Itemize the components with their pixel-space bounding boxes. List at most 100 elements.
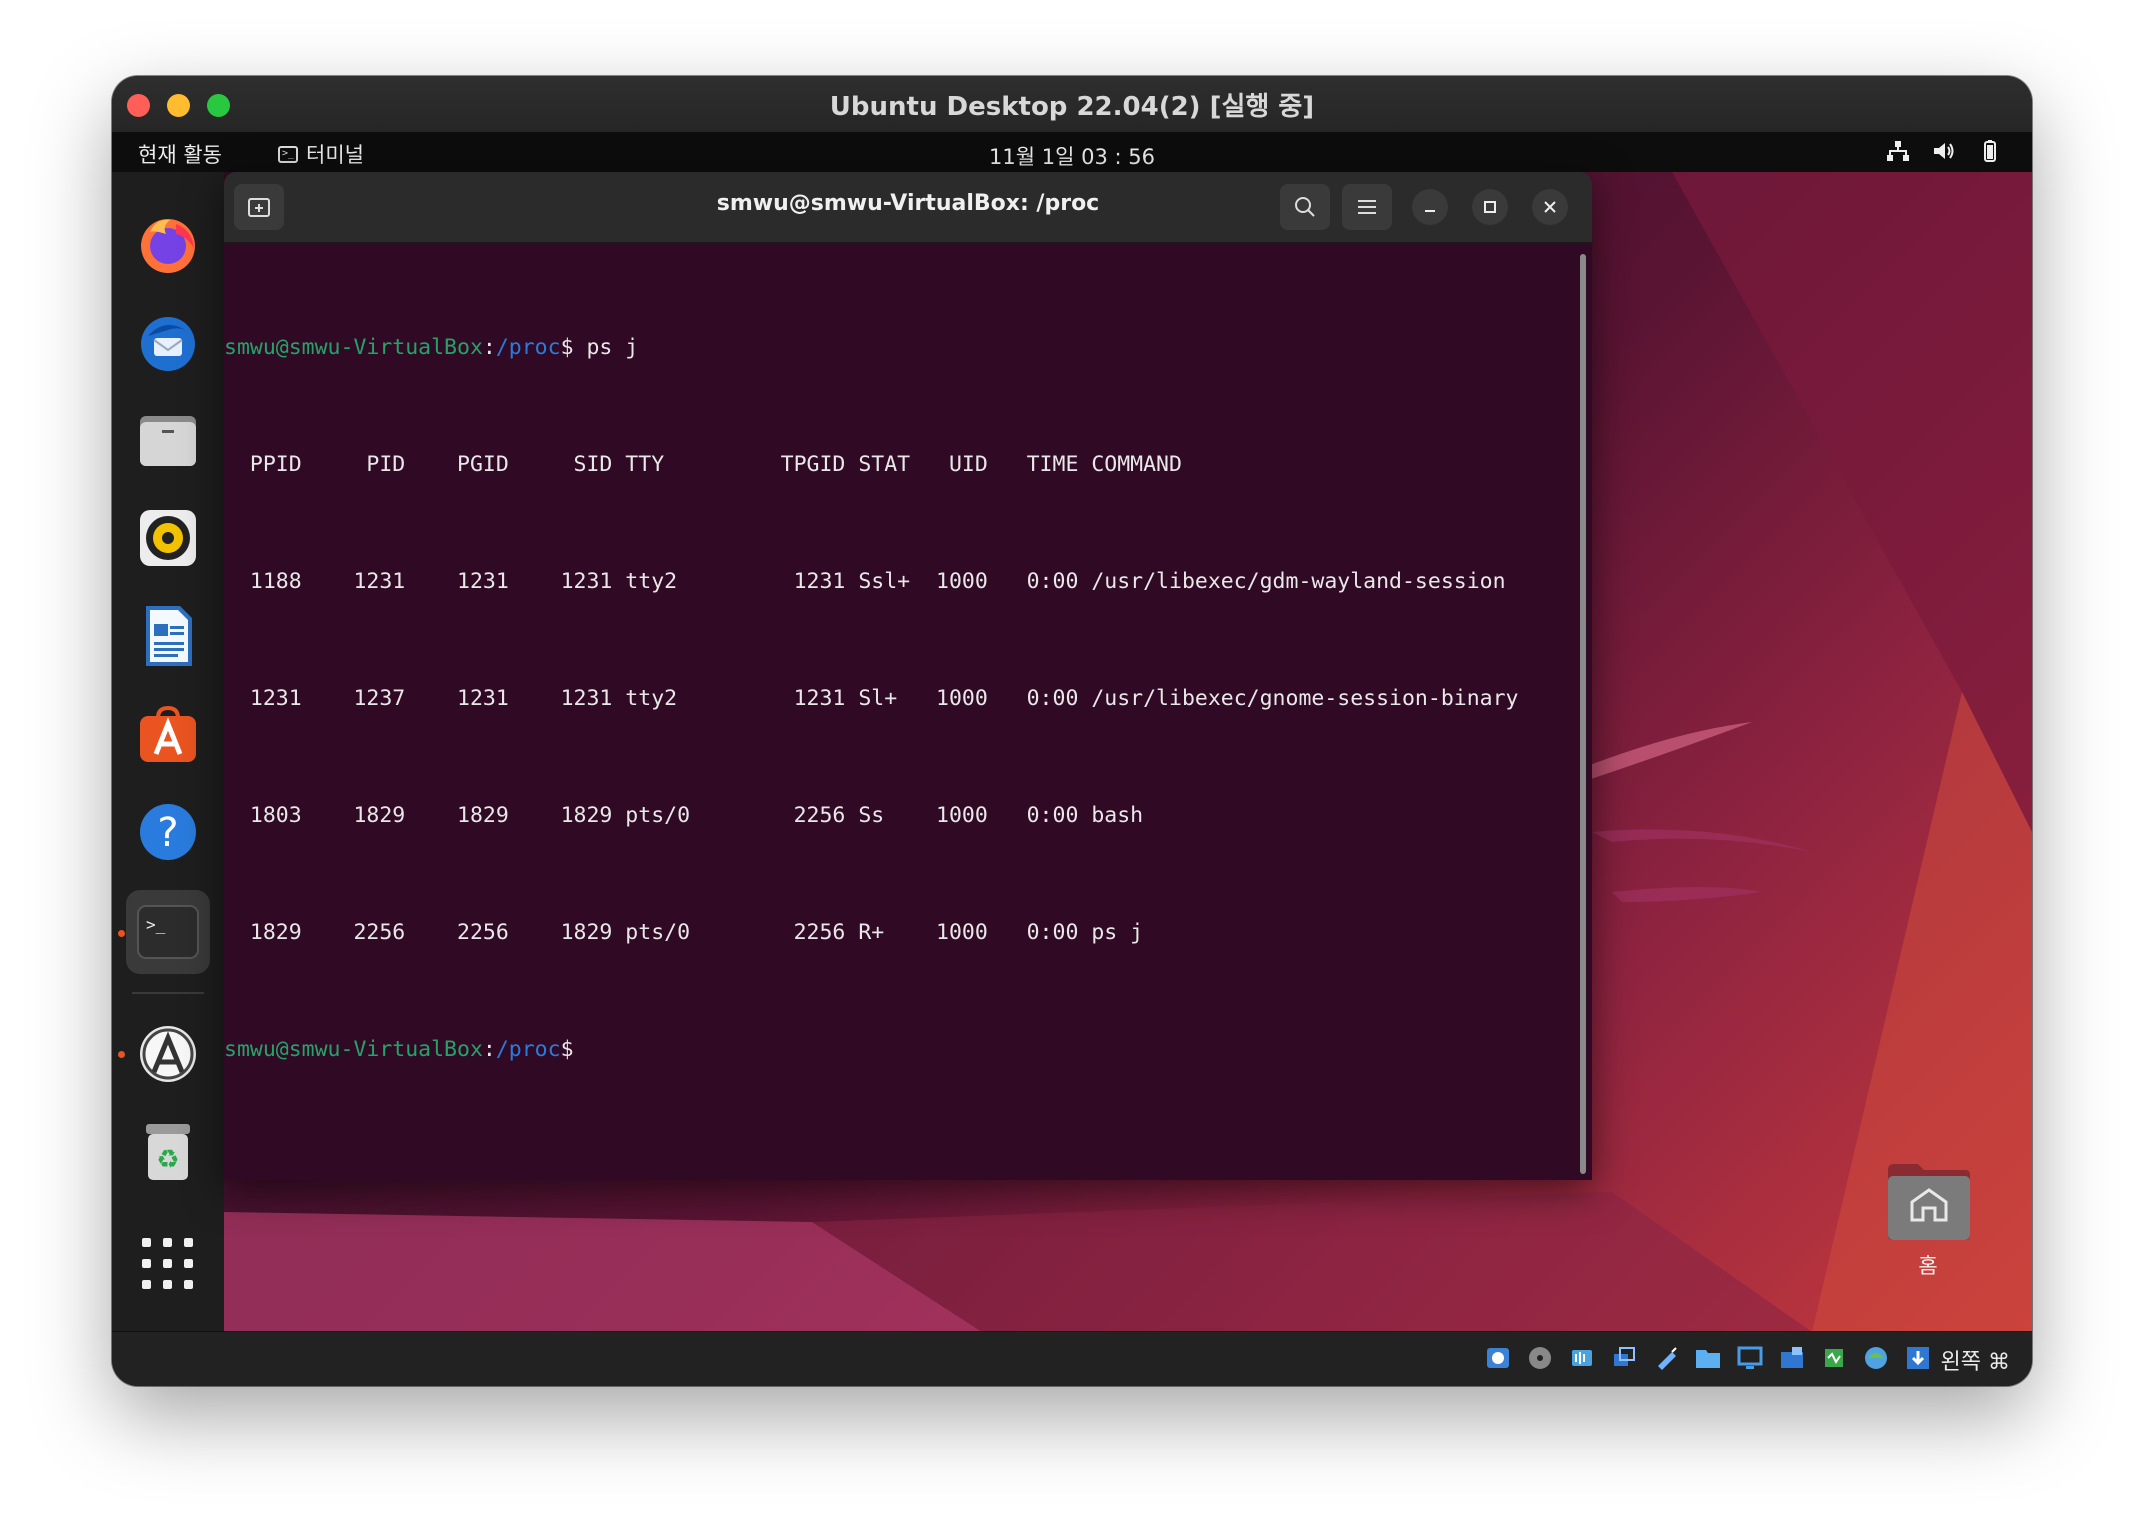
dock-show-apps[interactable] — [126, 1222, 210, 1306]
header-tpgid: TPGID — [690, 452, 846, 477]
home-folder-label: 홈 — [1918, 1254, 1938, 1278]
optical-drive-icon[interactable] — [1526, 1344, 1554, 1372]
header-stat: STAT — [845, 452, 911, 477]
prompt-separator: : — [482, 1037, 496, 1062]
cpu-activity-icon[interactable] — [1820, 1344, 1848, 1372]
svg-text:>_: >_ — [146, 915, 166, 934]
cell-stat: Ss — [845, 803, 911, 828]
ps-row: 1829 2256 2256 1829 pts/0 2256 R+ 1000 0… — [224, 913, 1574, 952]
dock-separator — [132, 992, 204, 994]
dock-app-center[interactable] — [126, 692, 210, 776]
gnome-topbar: 현재 활동 >_ 터미널 11월 1일 03 : 56 — [112, 132, 2032, 172]
host-key-label: 왼쪽 ⌘ — [1940, 1350, 2010, 1375]
dock-help[interactable]: ? — [126, 790, 210, 874]
virtualbox-titlebar: Ubuntu Desktop 22.04(2) [실행 중] — [112, 76, 2032, 133]
dock-software-updater[interactable] — [126, 1012, 210, 1096]
header-command: COMMAND — [1078, 452, 1182, 477]
minimize-icon — [1425, 210, 1435, 212]
dock: ? >_ ♻ — [112, 172, 224, 1332]
ps-header-row: PPID PID PGID SID TTY TPGID STAT UID TIM… — [224, 445, 1574, 484]
cell-ppid: 1188 — [224, 569, 302, 594]
system-tray[interactable] — [1886, 139, 2002, 163]
guest-additions-icon[interactable] — [1862, 1344, 1890, 1372]
cell-tty: tty2 — [612, 686, 691, 711]
cell-uid: 1000 — [910, 803, 988, 828]
terminal-scrollbar[interactable] — [1580, 254, 1586, 1174]
header-tty: TTY — [612, 452, 691, 477]
trash-icon: ♻ — [146, 1124, 190, 1180]
terminal-headerbar: smwu@smwu-VirtualBox: /proc — [224, 172, 1592, 243]
cell-uid: 1000 — [910, 569, 988, 594]
volume-icon — [1934, 143, 1954, 159]
search-button[interactable] — [1280, 184, 1330, 230]
prompt-path: /proc — [495, 1037, 561, 1062]
recording-icon[interactable] — [1778, 1344, 1806, 1372]
terminal-icon: >_ — [137, 905, 199, 959]
dock-rhythmbox[interactable] — [126, 496, 210, 580]
hard-disk-icon[interactable] — [1484, 1344, 1512, 1372]
menu-button[interactable] — [1342, 184, 1392, 230]
cell-uid: 1000 — [910, 920, 988, 945]
header-pgid: PGID — [405, 452, 509, 477]
prompt-end: $ — [560, 1037, 574, 1062]
cell-sid: 1829 — [508, 920, 613, 945]
search-icon — [1295, 197, 1315, 217]
dock-terminal[interactable]: >_ — [126, 890, 210, 974]
virtualbox-statusbar: 왼쪽 ⌘ — [112, 1331, 2032, 1386]
prompt-line: smwu@smwu-VirtualBox:/proc$ — [224, 1030, 1574, 1069]
cell-pid: 1231 — [301, 569, 406, 594]
cell-time: 0:00 — [987, 803, 1079, 828]
home-folder-icon[interactable] — [1886, 1160, 1972, 1242]
cell-tpgid: 2256 — [690, 920, 846, 945]
firefox-icon — [141, 219, 195, 273]
dock-firefox[interactable] — [126, 202, 210, 286]
cell-tty: pts/0 — [612, 920, 691, 945]
cell-ppid: 1829 — [224, 920, 302, 945]
cell-pgid: 1231 — [405, 686, 509, 711]
header-sid: SID — [508, 452, 613, 477]
network-icon — [1887, 141, 1909, 161]
close-icon — [1544, 201, 1556, 213]
clock[interactable]: 11월 1일 03 : 56 — [112, 141, 2032, 171]
running-indicator — [118, 930, 125, 937]
cell-pid: 1237 — [301, 686, 406, 711]
ps-row: 1188 1231 1231 1231 tty2 1231 Ssl+ 1000 … — [224, 562, 1574, 601]
virtualbox-window: Ubuntu Desktop 22.04(2) [실행 중] 현재 활동 >_ … — [112, 76, 2032, 1386]
ps-row: 1231 1237 1231 1231 tty2 1231 Sl+ 1000 0… — [224, 679, 1574, 718]
cell-sid: 1231 — [508, 569, 613, 594]
hamburger-menu-icon — [1358, 200, 1376, 214]
cell-time: 0:00 — [987, 569, 1079, 594]
command-text: ps j — [573, 335, 639, 360]
dock-libreoffice-writer[interactable] — [126, 594, 210, 678]
cell-command: /usr/libexec/gdm-wayland-session — [1078, 569, 1506, 594]
maximize-button[interactable] — [1472, 189, 1508, 225]
terminal-output[interactable]: smwu@smwu-VirtualBox:/proc$ ps j PPID PI… — [224, 250, 1574, 1180]
cell-pgid: 2256 — [405, 920, 509, 945]
usb-icon[interactable] — [1652, 1344, 1680, 1372]
dock-trash[interactable]: ♻ — [126, 1110, 210, 1194]
show-apps-icon — [142, 1238, 193, 1289]
software-updater-icon — [140, 1026, 196, 1082]
cell-stat: Sl+ — [845, 686, 911, 711]
terminal-window: smwu@smwu-VirtualBox: /proc smwu@smwu-Vi… — [224, 172, 1592, 1180]
dock-thunderbird[interactable] — [126, 300, 210, 384]
shared-folder-icon[interactable] — [1694, 1344, 1722, 1372]
command-line: smwu@smwu-VirtualBox:/proc$ ps j — [224, 328, 1574, 367]
cell-tpgid: 2256 — [690, 803, 846, 828]
display-icon[interactable] — [1736, 1344, 1764, 1372]
close-button[interactable] — [1532, 189, 1568, 225]
cell-sid: 1829 — [508, 803, 613, 828]
files-icon — [140, 416, 196, 466]
cell-command: /usr/libexec/gnome-session-binary — [1078, 686, 1519, 711]
audio-icon[interactable] — [1568, 1344, 1596, 1372]
minimize-button[interactable] — [1412, 189, 1448, 225]
prompt-user: smwu@smwu-VirtualBox — [224, 1037, 483, 1062]
prompt-end: $ — [560, 335, 574, 360]
network-adapter-icon[interactable] — [1610, 1344, 1638, 1372]
cell-tpgid: 1231 — [690, 569, 846, 594]
dock-files[interactable] — [126, 398, 210, 482]
cell-time: 0:00 — [987, 686, 1079, 711]
mouse-integration-icon[interactable] — [1904, 1344, 1932, 1372]
statusbar-icons — [1484, 1344, 1932, 1372]
running-indicator — [118, 1051, 125, 1058]
